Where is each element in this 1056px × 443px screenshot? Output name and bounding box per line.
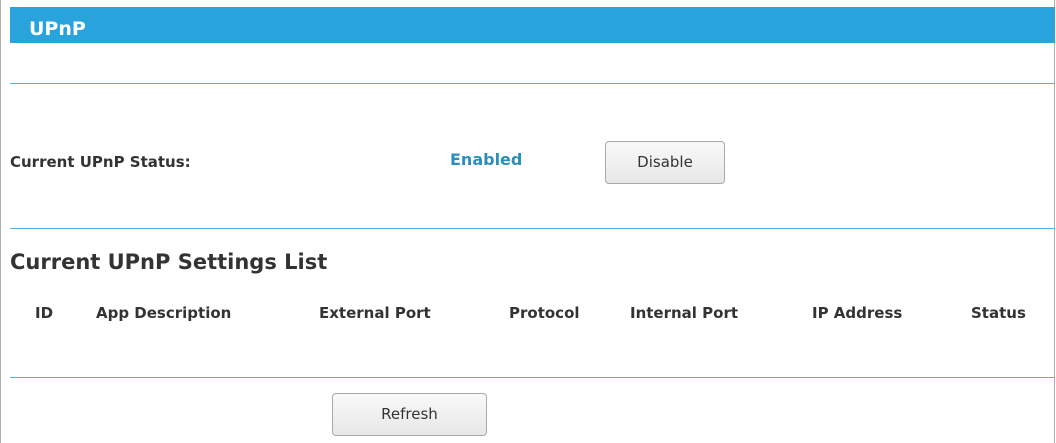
disable-button[interactable]: Disable bbox=[605, 141, 725, 184]
column-header-external-port: External Port bbox=[319, 304, 431, 322]
divider bbox=[10, 377, 1055, 378]
upnp-panel: UPnP Current UPnP Status: Enabled Disabl… bbox=[0, 0, 1055, 443]
divider bbox=[10, 228, 1055, 229]
title-bar: UPnP bbox=[10, 7, 1055, 43]
column-header-ip-address: IP Address bbox=[812, 304, 903, 322]
column-header-protocol: Protocol bbox=[509, 304, 580, 322]
refresh-button[interactable]: Refresh bbox=[332, 393, 487, 436]
column-header-status: Status bbox=[971, 304, 1026, 322]
upnp-status-label: Current UPnP Status: bbox=[10, 153, 191, 171]
column-header-app-description: App Description bbox=[96, 304, 232, 322]
column-header-internal-port: Internal Port bbox=[630, 304, 739, 322]
divider bbox=[10, 83, 1055, 84]
settings-list-title: Current UPnP Settings List bbox=[10, 250, 328, 274]
page-title: UPnP bbox=[29, 18, 86, 40]
upnp-status-value: Enabled bbox=[450, 150, 523, 169]
column-header-id: ID bbox=[35, 304, 54, 322]
